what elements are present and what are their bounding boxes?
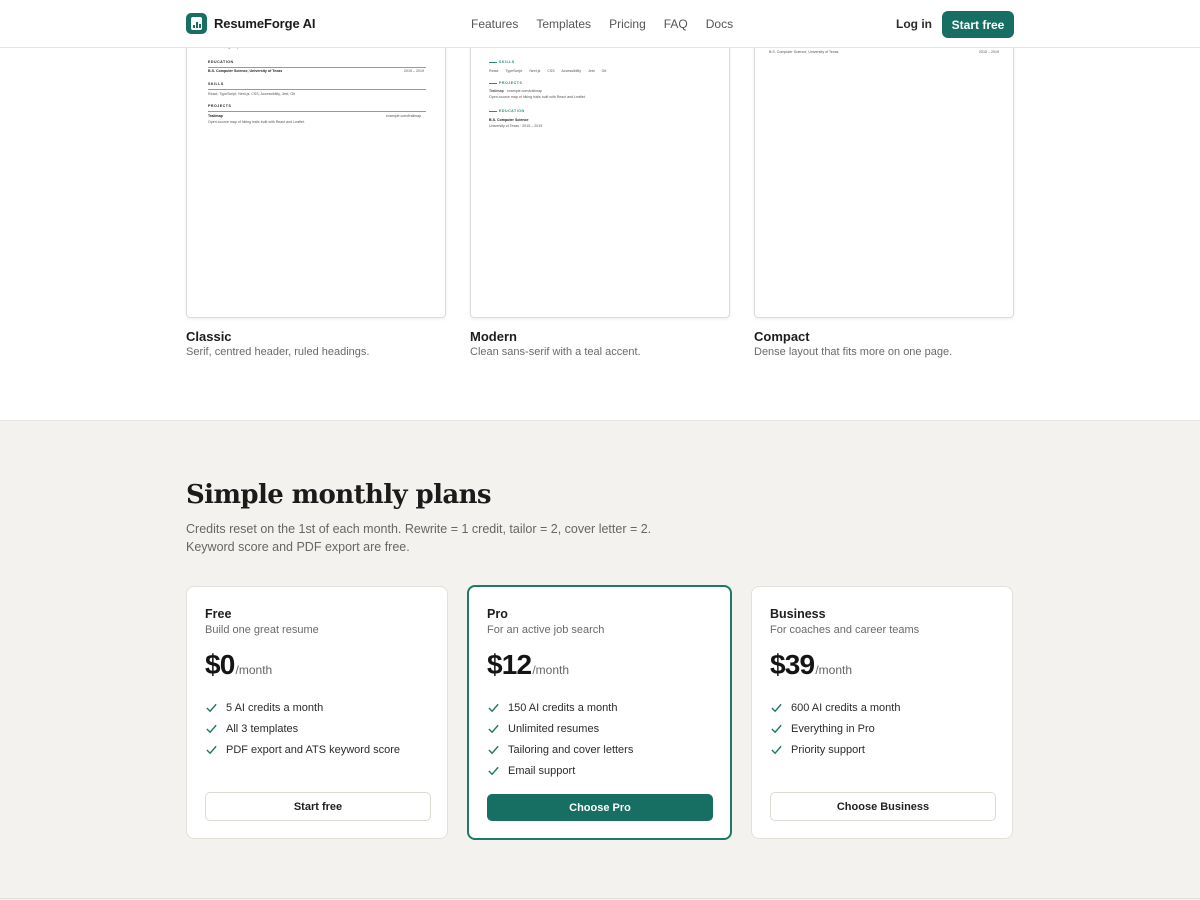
nav-item-faq[interactable]: FAQ [664, 17, 688, 31]
nav-item-templates[interactable]: Templates [536, 17, 591, 31]
template-description: Dense layout that fits more on one page. [754, 346, 953, 358]
feature-list: 5 AI credits a month All 3 templates PDF… [205, 697, 400, 760]
feature-item: Unlimited resumes [487, 718, 633, 739]
plan-price: $39 /month [770, 649, 852, 681]
plan-tagline: For coaches and career teams [770, 624, 920, 636]
preview-project: Trailmap [208, 114, 223, 118]
preview-edu-meta: University of Texas · 2015 – 2019 [489, 124, 543, 128]
pricing-subtitle-line: Credits reset on the 1st of each month. … [186, 522, 652, 536]
plan-card-business: Business For coaches and career teams $3… [751, 586, 1013, 839]
feature-item: Tailoring and cover letters [487, 739, 633, 760]
pricing-title: Simple monthly plans [186, 480, 492, 510]
preview-heading-projects: PROJECTS [499, 81, 523, 85]
check-icon [488, 766, 499, 776]
start-free-button[interactable]: Start free [942, 11, 1014, 38]
preview-skills: React TypeScript Next.js CSS Accessibili… [489, 69, 607, 73]
pricing-subtitle: Credits reset on the 1st of each month. … [186, 520, 651, 556]
check-icon [206, 703, 217, 713]
preview-heading-skills: SKILLS [499, 60, 515, 64]
template-name: Compact [754, 329, 810, 344]
nav-item-pricing[interactable]: Pricing [609, 17, 646, 31]
preview-heading-education: EDUCATION [208, 60, 234, 64]
check-icon [771, 703, 782, 713]
choose-business-button[interactable]: Choose Business [770, 792, 996, 821]
check-icon [771, 745, 782, 755]
login-link[interactable]: Log in [896, 17, 932, 31]
price-period: /month [235, 663, 273, 677]
plan-tagline: For an active job search [487, 624, 605, 636]
nav-item-docs[interactable]: Docs [706, 17, 733, 31]
check-icon [206, 745, 217, 755]
check-icon [488, 724, 499, 734]
feature-item: Priority support [770, 739, 900, 760]
preview-edu-dates: 2015 – 2019 [404, 69, 424, 73]
plan-card-free: Free Build one great resume $0 /month 5 … [186, 586, 448, 839]
preview-education: B.S. Computer Science, University of Tex… [208, 69, 283, 73]
main-nav: Features Templates Pricing FAQ Docs [471, 17, 733, 31]
preview-skills: React, TypeScript, Next.js, CSS, Accessi… [208, 92, 295, 96]
pricing-subtitle-line: Keyword score and PDF export are free. [186, 540, 410, 554]
preview-project-url: example.com/trailmap [386, 114, 422, 118]
feature-list: 150 AI credits a month Unlimited resumes… [487, 697, 633, 781]
feature-item: Everything in Pro [770, 718, 900, 739]
nav-item-features[interactable]: Features [471, 17, 518, 31]
preview-rule [208, 89, 426, 90]
check-icon [771, 724, 782, 734]
check-icon [488, 745, 499, 755]
brand-name: ResumeForge AI [214, 16, 316, 31]
preview-edu-dates: 2015 – 2019 [979, 50, 999, 54]
preview-project-desc: Open-source map of hiking trails built w… [489, 95, 586, 99]
preview-project: Trailmap · example.com/trailmap [489, 89, 543, 93]
preview-education: B.S. Computer Science, University of Tex… [769, 50, 839, 54]
feature-item: 5 AI credits a month [205, 697, 400, 718]
choose-pro-button[interactable]: Choose Pro [487, 794, 713, 821]
preview-heading-projects: PROJECTS [208, 104, 232, 108]
preview-accent-bar [489, 62, 497, 63]
plan-name: Pro [487, 607, 508, 621]
plan-card-pro: Pro For an active job search $12 /month … [467, 585, 732, 840]
template-name: Classic [186, 329, 232, 344]
preview-project-desc: Open-source map of hiking trails built w… [208, 120, 305, 124]
template-description: Serif, centred header, ruled headings. [186, 346, 370, 358]
check-icon [488, 703, 499, 713]
plan-price: $0 /month [205, 649, 272, 681]
template-name: Modern [470, 329, 517, 344]
plan-name: Free [205, 607, 232, 621]
price-period: /month [532, 663, 570, 677]
preview-rule [208, 111, 426, 112]
price-amount: $12 [487, 649, 532, 680]
section-divider [0, 898, 1200, 899]
feature-item: Email support [487, 760, 633, 781]
start-free-plan-button[interactable]: Start free [205, 792, 431, 821]
feature-item: All 3 templates [205, 718, 400, 739]
price-period: /month [815, 663, 853, 677]
plan-price: $12 /month [487, 649, 569, 681]
preview-heading-education: EDUCATION [499, 109, 525, 113]
preview-education: B.S. Computer Science [489, 118, 529, 122]
template-description: Clean sans-serif with a teal accent. [470, 346, 641, 358]
preview-heading-skills: SKILLS [208, 82, 224, 86]
preview-accent-bar [489, 83, 497, 84]
feature-item: 600 AI credits a month [770, 697, 900, 718]
top-navbar: ResumeForge AI Features Templates Pricin… [0, 0, 1200, 48]
feature-list: 600 AI credits a month Everything in Pro… [770, 697, 900, 760]
plan-tagline: Build one great resume [205, 624, 319, 636]
price-amount: $39 [770, 649, 815, 680]
feature-item: 150 AI credits a month [487, 697, 633, 718]
logo-icon [186, 13, 207, 34]
preview-accent-bar [489, 111, 497, 112]
brand-link[interactable]: ResumeForge AI [186, 13, 316, 34]
preview-rule [208, 67, 426, 68]
plan-name: Business [770, 607, 826, 621]
price-amount: $0 [205, 649, 235, 680]
check-icon [206, 724, 217, 734]
feature-item: PDF export and ATS keyword score [205, 739, 400, 760]
